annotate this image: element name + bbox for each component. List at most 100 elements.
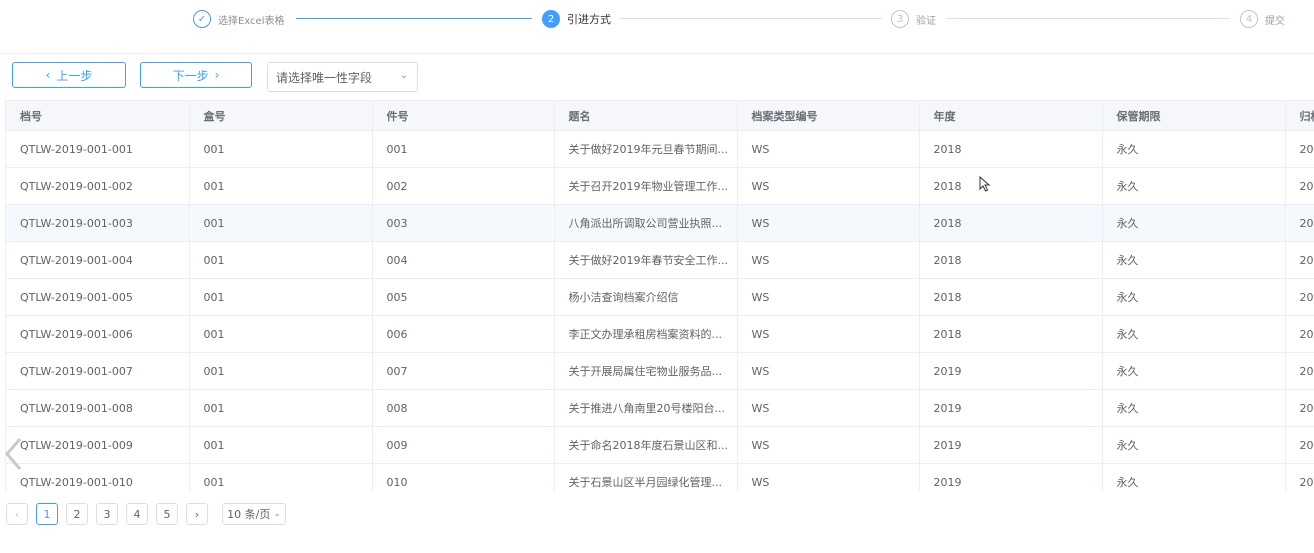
table-cell: 关于石景山区半月园绿化管理...: [554, 463, 738, 491]
table-cell: 2018: [919, 167, 1103, 205]
table-row[interactable]: QTLW-2019-001-008 001 008 关于推进八角南里20号楼阳台...…: [6, 389, 1314, 427]
column-header[interactable]: 盒号: [189, 101, 373, 131]
table-cell: 008: [372, 389, 555, 427]
table-cell: 006: [372, 315, 555, 353]
step-connector-3: [946, 18, 1230, 19]
chevron-down-icon: ⌄: [273, 509, 281, 519]
table-row[interactable]: QTLW-2019-001-007 001 007 关于开展局属住宅物业服务品... W…: [6, 352, 1314, 390]
table-cell: 2020: [1285, 463, 1314, 491]
table-cell: 005: [372, 278, 555, 316]
table-cell: QTLW-2019-001-002: [6, 167, 190, 205]
table-cell: QTLW-2019-001-001: [6, 130, 190, 168]
table-cell: WS: [737, 389, 920, 427]
table-cell: QTLW-2019-001-007: [6, 352, 190, 390]
table-row[interactable]: QTLW-2019-001-004 001 004 关于做好2019年春节安全工作..…: [6, 241, 1314, 279]
table-cell: 2019: [919, 463, 1103, 491]
table-cell: 2020: [1285, 204, 1314, 242]
table-cell: 八角派出所调取公司营业执照...: [554, 204, 738, 242]
table-cell: WS: [737, 130, 920, 168]
step-select-excel: ✓ 选择Excel表格: [193, 9, 285, 29]
column-header[interactable]: 年度: [919, 101, 1103, 131]
table-cell: WS: [737, 463, 920, 491]
table-cell: 2020: [1285, 278, 1314, 316]
table-cell: WS: [737, 352, 920, 390]
prev-page-button[interactable]: ‹: [6, 503, 28, 525]
chevron-right-icon: ›: [214, 68, 220, 82]
unique-field-select[interactable]: 请选择唯一性字段 ⌄: [267, 62, 418, 92]
table-cell: WS: [737, 167, 920, 205]
table-cell: 关于推进八角南里20号楼阳台...: [554, 389, 738, 427]
table-cell: 2020: [1285, 426, 1314, 464]
table-cell: 001: [372, 130, 555, 168]
page-button-3[interactable]: 3: [96, 503, 118, 525]
table-row[interactable]: QTLW-2019-001-001 001 001 关于做好2019年元旦春节期间..…: [6, 130, 1314, 168]
table-cell: 001: [189, 315, 373, 353]
step-number: 4: [1240, 10, 1258, 28]
step-connector-2: [620, 18, 882, 19]
table-row[interactable]: QTLW-2019-001-010 001 010 关于石景山区半月园绿化管理... W…: [6, 463, 1314, 491]
step-title: 提交: [1265, 15, 1285, 27]
chevron-down-icon: ⌄: [399, 70, 408, 81]
next-step-button[interactable]: 下一步 ›: [140, 62, 252, 88]
table-cell: WS: [737, 426, 920, 464]
next-page-button[interactable]: ›: [186, 503, 208, 525]
step-validate: 3 验证: [891, 9, 936, 29]
table-cell: QTLW-2019-001-006: [6, 315, 190, 353]
table-cell: 2018: [919, 278, 1103, 316]
table-cell: 2018: [919, 241, 1103, 279]
table-cell: 2018: [919, 130, 1103, 168]
table-cell: 永久: [1102, 426, 1286, 464]
table-cell: 001: [189, 463, 373, 491]
table-row[interactable]: QTLW-2019-001-003 001 003 八角派出所调取公司营业执照... W…: [6, 204, 1314, 242]
check-icon: ✓: [193, 10, 211, 28]
table-cell: QTLW-2019-001-005: [6, 278, 190, 316]
mouse-cursor-icon: [979, 176, 991, 192]
table-row[interactable]: QTLW-2019-001-009 001 009 关于命名2018年度石景山区和..…: [6, 426, 1314, 464]
page-button-2[interactable]: 2: [66, 503, 88, 525]
table-cell: 关于做好2019年春节安全工作...: [554, 241, 738, 279]
table-cell: 关于召开2019年物业管理工作...: [554, 167, 738, 205]
column-header[interactable]: 题名: [554, 101, 738, 131]
page-size-select[interactable]: 10 条/页 ⌄: [222, 503, 286, 525]
table-row[interactable]: QTLW-2019-001-005 001 005 杨小洁查询档案介绍信 WS 2018 永…: [6, 278, 1314, 316]
column-header[interactable]: 件号: [372, 101, 555, 131]
table-cell: 001: [189, 130, 373, 168]
table-cell: 2018: [919, 204, 1103, 242]
table-cell: 永久: [1102, 315, 1286, 353]
table-cell: 2020: [1285, 167, 1314, 205]
column-header[interactable]: 保管期限: [1102, 101, 1286, 131]
table-cell: WS: [737, 241, 920, 279]
table-row[interactable]: QTLW-2019-001-002 001 002 关于召开2019年物业管理工作..…: [6, 167, 1314, 205]
step-import-method: 2 引进方式: [542, 9, 611, 29]
steps-bar: ✓ 选择Excel表格 2 引进方式 3 验证 4 提交: [0, 0, 1314, 40]
column-header[interactable]: 归档: [1285, 101, 1314, 131]
page-button-5[interactable]: 5: [156, 503, 178, 525]
table-cell: QTLW-2019-001-009: [6, 426, 190, 464]
chevron-left-large-icon[interactable]: [2, 436, 28, 472]
unique-field-select-value: 请选择唯一性字段: [276, 70, 373, 85]
table-cell: QTLW-2019-001-004: [6, 241, 190, 279]
table-cell: QTLW-2019-001-003: [6, 204, 190, 242]
prev-step-button[interactable]: ‹ 上一步: [12, 62, 126, 88]
page-button-1[interactable]: 1: [36, 503, 58, 525]
page-button-4[interactable]: 4: [126, 503, 148, 525]
step-connector-1: [296, 18, 532, 19]
table-cell: 003: [372, 204, 555, 242]
column-header[interactable]: 档号: [6, 101, 190, 131]
table-cell: WS: [737, 278, 920, 316]
table-cell: 002: [372, 167, 555, 205]
table-cell: 001: [189, 241, 373, 279]
table-cell: 001: [189, 352, 373, 390]
table-cell: 2020: [1285, 241, 1314, 279]
table-cell: 001: [189, 389, 373, 427]
header-divider: [0, 53, 1314, 54]
table-cell: 永久: [1102, 389, 1286, 427]
chevron-left-icon: ‹: [45, 68, 51, 82]
table-cell: 2020: [1285, 130, 1314, 168]
step-number: 3: [891, 10, 909, 28]
table-cell: QTLW-2019-001-008: [6, 389, 190, 427]
column-header[interactable]: 档案类型编号: [737, 101, 920, 131]
table-row[interactable]: QTLW-2019-001-006 001 006 李正文办理承租房档案资料的... W…: [6, 315, 1314, 353]
table-cell: 永久: [1102, 167, 1286, 205]
table-cell: 2019: [919, 426, 1103, 464]
